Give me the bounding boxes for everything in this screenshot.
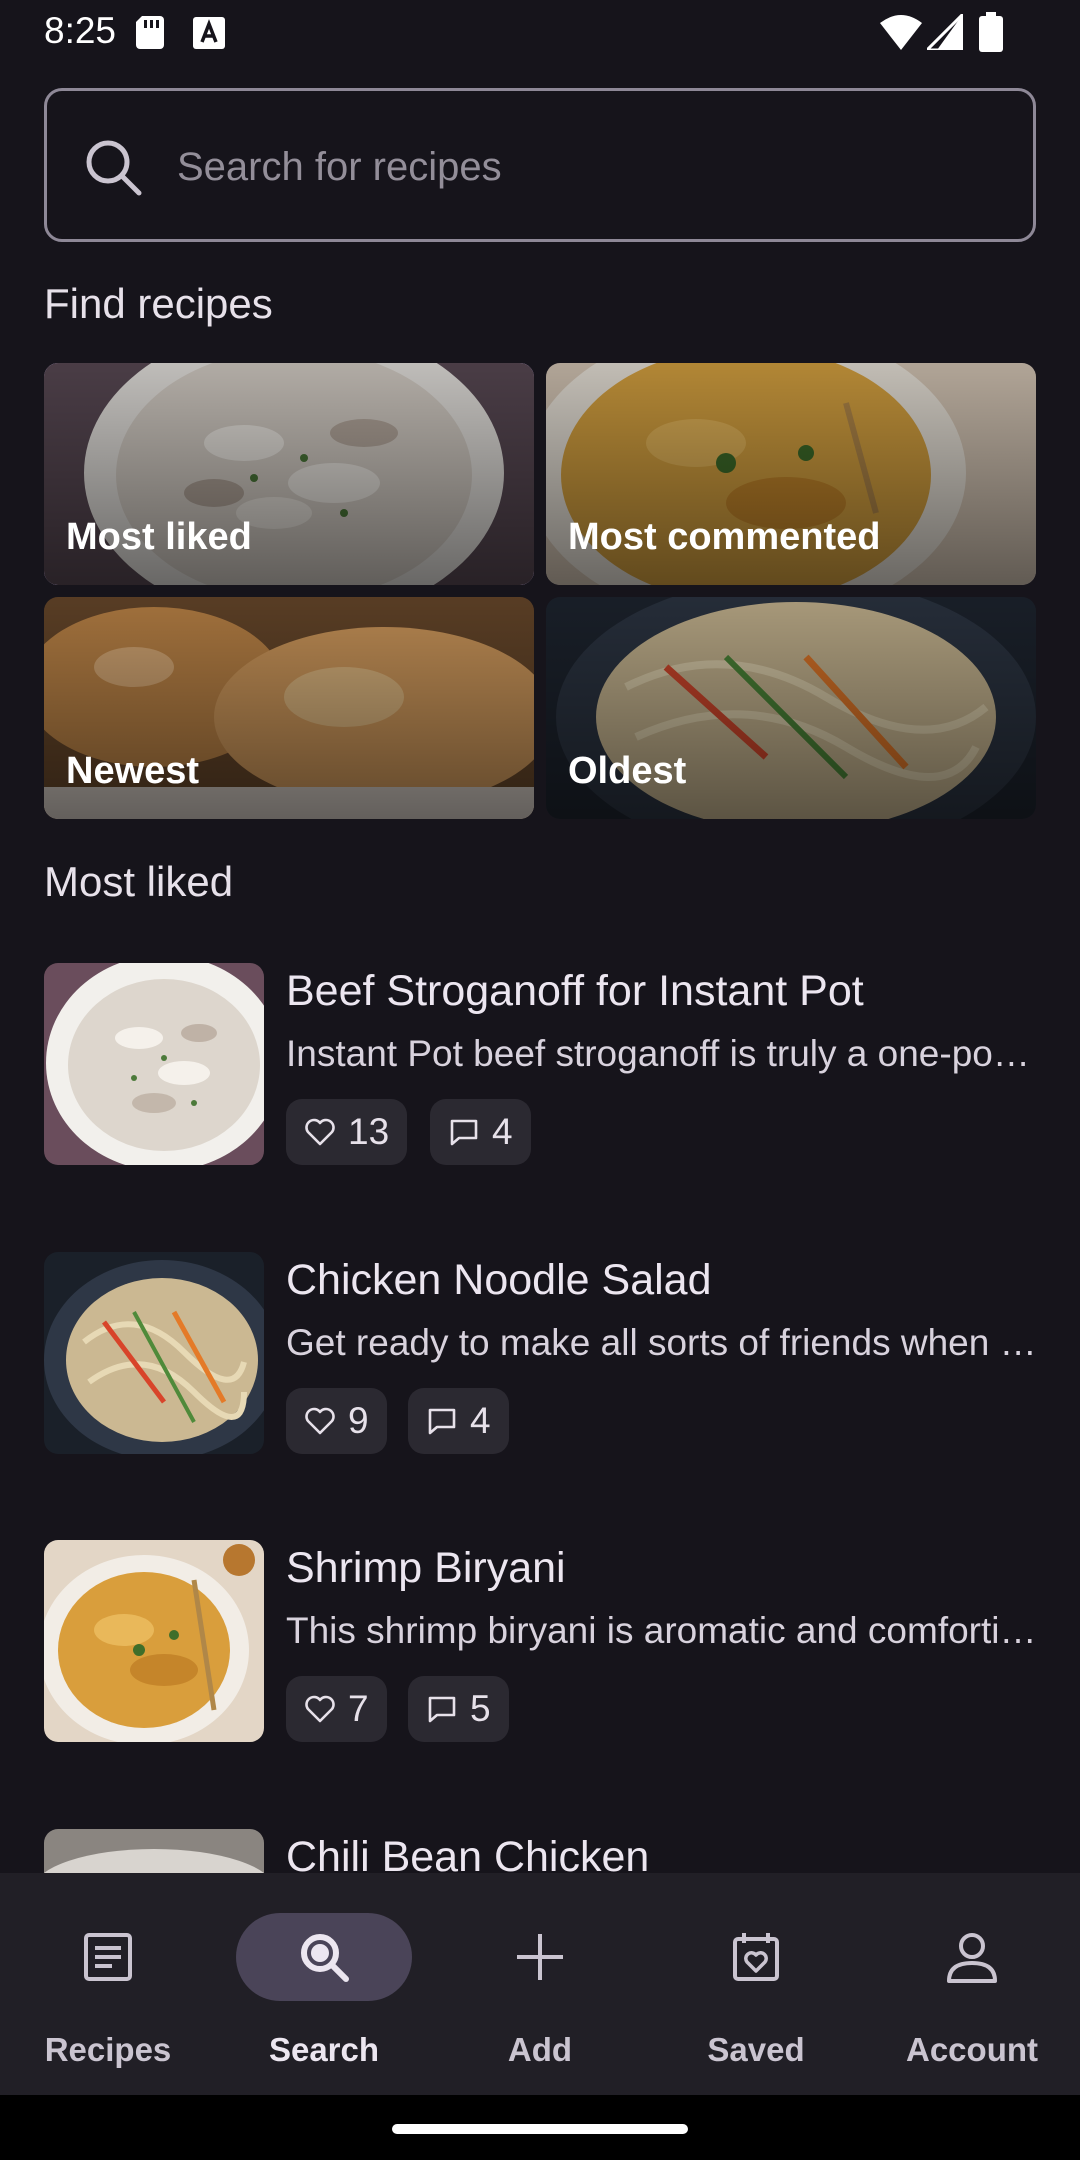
nav-search[interactable]: Search: [216, 1873, 432, 2095]
signal-icon: [927, 14, 963, 50]
nav-label: Add: [507, 2031, 573, 2068]
recipe-list-item[interactable]: Shrimp Biryani This shrimp biryani is ar…: [44, 1540, 1038, 1744]
likes-chip[interactable]: 9: [286, 1388, 387, 1454]
nav-recipes[interactable]: Recipes: [0, 1873, 216, 2095]
category-most-commented[interactable]: Most commented: [546, 363, 1036, 585]
recipe-list-item[interactable]: Chicken Noodle Salad Get ready to make a…: [44, 1252, 1038, 1456]
plus-icon: [517, 1934, 563, 1980]
article-icon: [84, 1933, 132, 1981]
recipe-list-item[interactable]: Beef Stroganoff for Instant Pot Instant …: [44, 963, 1038, 1167]
noodle-salad-thumbnail-image: [44, 1252, 264, 1454]
font-a-icon: [193, 17, 225, 49]
search-field[interactable]: [44, 88, 1036, 242]
search-icon: [301, 1934, 349, 1982]
sd-card-icon: [136, 16, 164, 49]
status-time: 8:25: [44, 10, 117, 51]
nav-label: Saved: [707, 2031, 805, 2068]
likes-count: 9: [348, 1400, 369, 1441]
heart-icon: [305, 1407, 335, 1435]
category-oldest[interactable]: Oldest: [546, 597, 1036, 819]
screen: 8:25 Find recipes: [0, 0, 1080, 2160]
recipe-description: Get ready to make all sorts of friends w…: [286, 1322, 1038, 1363]
nav-add[interactable]: Add: [432, 1873, 648, 2095]
wifi-icon: [880, 15, 922, 50]
category-newest[interactable]: Newest: [44, 597, 534, 819]
heart-icon: [305, 1695, 335, 1723]
comment-icon: [428, 1696, 456, 1723]
likes-chip[interactable]: 13: [286, 1099, 408, 1165]
stroganoff-thumbnail-image: [44, 963, 264, 1165]
search-icon: [86, 140, 142, 196]
category-label: Most liked: [66, 516, 252, 558]
category-label: Most commented: [568, 516, 881, 558]
comments-chip[interactable]: 5: [408, 1676, 509, 1742]
recipe-title: Shrimp Biryani: [286, 1544, 566, 1592]
bottom-navigation: Recipes Search Add Saved Account: [0, 1873, 1080, 2095]
nav-label: Account: [906, 2031, 1038, 2068]
comments-count: 4: [470, 1400, 491, 1441]
search-input[interactable]: [177, 127, 977, 207]
nav-label: Search: [268, 2031, 380, 2068]
status-bar: 8:25: [0, 0, 1080, 66]
recipe-thumbnail: [44, 963, 264, 1165]
comments-chip[interactable]: 4: [408, 1388, 509, 1454]
category-label: Oldest: [568, 750, 687, 792]
likes-count: 7: [348, 1688, 369, 1729]
recipe-thumbnail: [44, 1540, 264, 1742]
comments-chip[interactable]: 4: [430, 1099, 531, 1165]
list-heading: Most liked: [44, 858, 234, 905]
nav-saved[interactable]: Saved: [648, 1873, 864, 2095]
biryani-thumbnail-image: [44, 1540, 264, 1742]
comment-icon: [428, 1408, 456, 1435]
recipe-thumbnail: [44, 1252, 264, 1454]
nav-label: Recipes: [44, 2031, 172, 2068]
comment-icon: [450, 1119, 478, 1146]
recipe-description: Instant Pot beef stroganoff is truly a o…: [286, 1033, 1038, 1074]
battery-icon: [979, 12, 1003, 52]
nav-account[interactable]: Account: [864, 1873, 1080, 2095]
person-icon: [947, 1933, 997, 1983]
calendar-heart-icon: [733, 1933, 779, 1981]
recipe-title: Chicken Noodle Salad: [286, 1256, 712, 1304]
home-indicator[interactable]: [392, 2124, 688, 2134]
comments-count: 5: [470, 1688, 491, 1729]
heart-icon: [305, 1118, 335, 1146]
recipe-title: Beef Stroganoff for Instant Pot: [286, 967, 864, 1015]
comments-count: 4: [492, 1111, 513, 1152]
recipe-description: This shrimp biryani is aromatic and comf…: [286, 1610, 1038, 1651]
likes-chip[interactable]: 7: [286, 1676, 387, 1742]
category-most-liked[interactable]: Most liked: [44, 363, 534, 585]
find-recipes-heading: Find recipes: [44, 280, 273, 327]
category-label: Newest: [66, 750, 200, 792]
likes-count: 13: [348, 1111, 390, 1152]
